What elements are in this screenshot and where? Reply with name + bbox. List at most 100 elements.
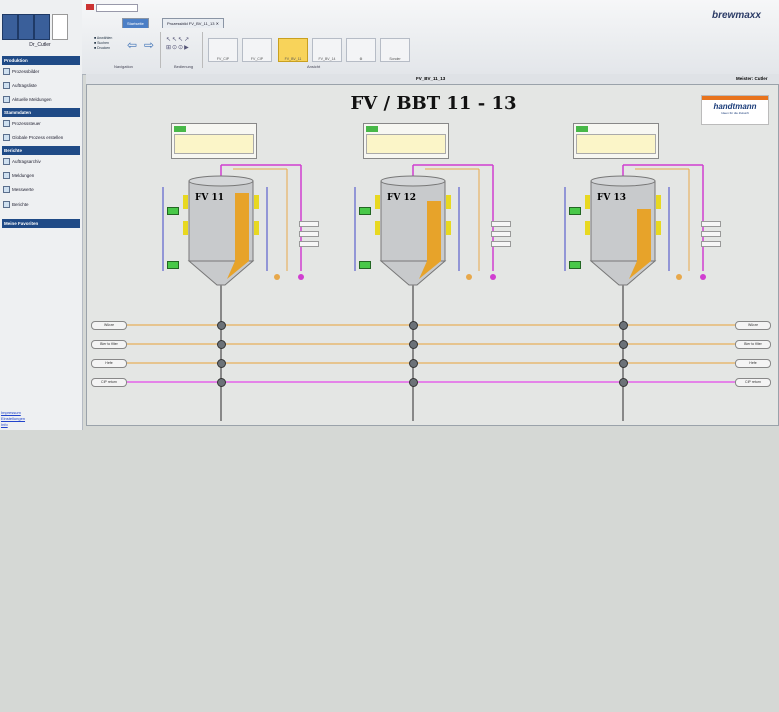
pump-icon[interactable] <box>359 207 371 215</box>
list-icon <box>3 82 10 89</box>
forward-icon[interactable]: ⇨ <box>144 38 154 52</box>
view-button[interactable]: Sonder <box>380 38 410 62</box>
separator <box>160 32 161 68</box>
view-button[interactable]: FV_BV_14 <box>312 38 342 62</box>
pipe-label-left[interactable]: Würze <box>91 321 127 330</box>
tank-unit: FV 11 <box>147 121 347 421</box>
status-indicator <box>366 126 378 132</box>
valve-icon[interactable] <box>409 378 418 387</box>
valve-icon[interactable] <box>619 321 628 330</box>
pipe-label-left[interactable]: Bier to filter <box>91 340 127 349</box>
tank-label[interactable]: FV 11 <box>195 193 224 203</box>
pipe-label-left[interactable]: CIP return <box>91 378 127 387</box>
valve-icon[interactable] <box>409 359 418 368</box>
message-icon <box>3 172 10 179</box>
sidebar-item-messwerte[interactable]: Messwerte <box>3 185 79 194</box>
screen-id: FV_BV_11_13 <box>416 76 446 81</box>
pump-icon[interactable] <box>359 261 371 269</box>
tank-label[interactable]: FV 13 <box>597 193 626 203</box>
report-icon <box>3 201 10 208</box>
sidebar-section-stammdaten[interactable]: Stammdaten <box>2 108 80 117</box>
process-icon <box>3 68 10 75</box>
meter-readout <box>299 231 319 237</box>
sidebar-item-berichte[interactable]: Berichte <box>3 200 79 209</box>
pump-icon[interactable] <box>569 261 581 269</box>
sidebar-item-meldungen[interactable]: Aktuelle Meldungen <box>3 95 79 104</box>
gear-icon <box>3 120 10 127</box>
footer-link-info[interactable]: Info <box>1 422 8 427</box>
meter-readout <box>701 241 721 247</box>
tank-status-panel[interactable] <box>363 123 449 159</box>
settings-view-button[interactable]: ⚙ <box>346 38 376 62</box>
tank-status-panel[interactable] <box>171 123 257 159</box>
tab-home[interactable]: Startseite <box>122 18 149 28</box>
hmi-canvas: FV / BBT 11 - 13 handtmann Ideen für die… <box>86 84 779 426</box>
order-info <box>366 134 446 154</box>
valve-icon[interactable] <box>619 359 628 368</box>
sidebar-item-auftragsliste[interactable]: Auftragsliste <box>3 81 79 90</box>
sidebar-item-auftragsarchiv[interactable]: Auftragsarchiv <box>3 157 79 166</box>
chart-icon <box>3 186 10 193</box>
quick-access-toolbar[interactable] <box>96 4 138 12</box>
sidebar: Dr_Cutler Produktion Prozessbilder Auftr… <box>0 0 83 430</box>
footer-link-impressum[interactable]: Impressum <box>1 410 21 415</box>
archive-icon <box>3 158 10 165</box>
valve-icon[interactable] <box>619 378 628 387</box>
meter-readout <box>491 221 511 227</box>
meter-readout <box>701 231 721 237</box>
app-tile[interactable] <box>2 14 18 40</box>
valve-icon[interactable] <box>409 340 418 349</box>
sidebar-item-prozesssteuer[interactable]: Prozesssteuer <box>3 119 79 128</box>
sidebar-section-favoriten[interactable]: Meine Favoriten <box>2 219 80 228</box>
pump-icon[interactable] <box>167 261 179 269</box>
back-icon[interactable]: ⇦ <box>127 38 137 52</box>
valve-icon[interactable] <box>217 340 226 349</box>
status-indicator <box>576 126 588 132</box>
meter-readout <box>491 241 511 247</box>
separator <box>202 32 203 68</box>
sidebar-section-produktion[interactable]: Produktion <box>2 56 80 65</box>
user-label: Dr_Cutler <box>29 42 51 48</box>
sidebar-item-meldungen-archiv[interactable]: Meldungen <box>3 171 79 180</box>
valve-icon[interactable] <box>217 378 226 387</box>
tank-status-panel[interactable] <box>573 123 659 159</box>
valve-icon[interactable] <box>619 340 628 349</box>
operation-tools[interactable]: ↖↖↖↗ ⊞⊙⊙▶ <box>166 36 190 52</box>
alarm-icon <box>3 96 10 103</box>
footer-link-einstellungen[interactable]: Einstellungen <box>1 416 25 421</box>
nav-actions[interactable]: ■ Anwählen ■ Suchen ■ Drucken <box>94 36 112 51</box>
tank-graphic <box>564 164 706 421</box>
app-tile[interactable] <box>18 14 34 40</box>
sidebar-section-berichte[interactable]: Berichte <box>2 146 80 155</box>
brand-logo: brewmaxx <box>712 10 761 21</box>
group-label-bedienung: Bedienung <box>174 64 194 69</box>
pump-icon[interactable] <box>167 207 179 215</box>
globe-icon <box>3 134 10 141</box>
pipe-label-left[interactable]: Hefe <box>91 359 127 368</box>
tank-graphic <box>354 164 496 421</box>
valve-icon[interactable] <box>217 359 226 368</box>
view-button-active[interactable]: FV_BV_11 <box>278 38 308 62</box>
sidebar-item-globale-prozess[interactable]: Globale Prozess erstellen <box>3 133 79 142</box>
tab-prozessbild[interactable]: Prozessbild FV_BV_11_13 ✕ <box>162 18 224 28</box>
meter-readout <box>299 221 319 227</box>
valve-icon[interactable] <box>217 321 226 330</box>
meter-readout <box>299 241 319 247</box>
view-button[interactable]: FV_CIP <box>208 38 238 62</box>
pump-icon[interactable] <box>569 207 581 215</box>
tank-unit: FV 12 <box>339 121 539 421</box>
tank-unit: FV 13 <box>549 121 749 421</box>
status-indicator <box>174 126 186 132</box>
sidebar-item-prozessbilder[interactable]: Prozessbilder <box>3 67 79 76</box>
app-tile[interactable] <box>52 14 68 40</box>
group-label-ansicht: Ansicht <box>307 64 321 69</box>
valve-icon[interactable] <box>409 321 418 330</box>
tank-label[interactable]: FV 12 <box>387 193 416 203</box>
app-tile[interactable] <box>34 14 50 40</box>
group-label-navigation: Navigation <box>114 64 133 69</box>
user-status: Meister: Cutler <box>736 76 768 81</box>
meter-readout <box>491 231 511 237</box>
ribbon-bar: Startseite Prozessbild FV_BV_11_13 ✕ bre… <box>82 0 779 75</box>
close-icon[interactable] <box>86 4 94 10</box>
view-button[interactable]: FV_CIP <box>242 38 272 62</box>
